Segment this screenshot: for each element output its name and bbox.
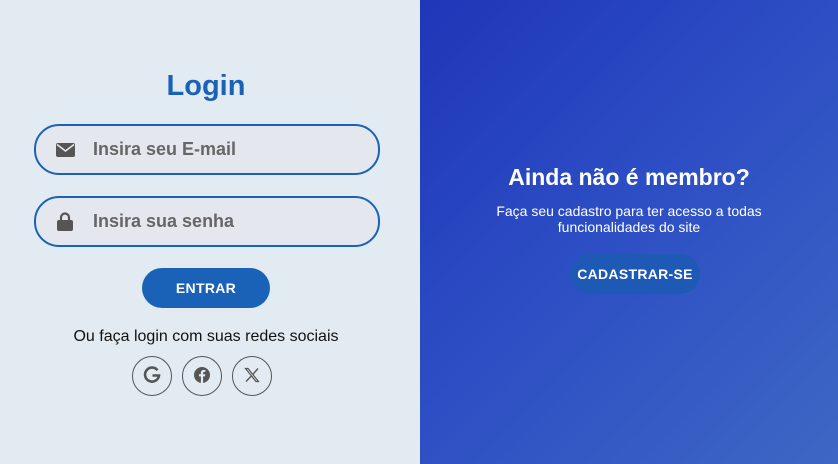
google-icon xyxy=(143,365,161,387)
signup-panel: Ainda não é membro? Faça seu cadastro pa… xyxy=(420,0,838,464)
signup-title: Ainda não é membro? xyxy=(508,164,750,190)
login-title: Login xyxy=(166,70,246,102)
facebook-login-button[interactable] xyxy=(182,356,222,396)
lock-icon xyxy=(55,212,75,232)
entrar-button[interactable]: ENTRAR xyxy=(142,268,270,308)
x-icon xyxy=(244,367,260,386)
envelope-icon xyxy=(55,140,75,160)
cadastrar-button[interactable]: CADASTRAR-SE xyxy=(570,254,700,294)
facebook-icon xyxy=(193,366,211,387)
login-panel: Login ENTRAR Ou faça login com suas rede… xyxy=(0,0,420,464)
password-field[interactable] xyxy=(34,196,380,247)
email-input[interactable] xyxy=(93,139,353,160)
social-login-text: Ou faça login com suas redes sociais xyxy=(73,328,339,345)
password-input[interactable] xyxy=(93,211,353,232)
social-buttons xyxy=(132,356,272,396)
email-field[interactable] xyxy=(34,124,380,175)
google-login-button[interactable] xyxy=(132,356,172,396)
x-login-button[interactable] xyxy=(232,356,272,396)
signup-description: Faça seu cadastro para ter acesso a toda… xyxy=(496,203,762,235)
